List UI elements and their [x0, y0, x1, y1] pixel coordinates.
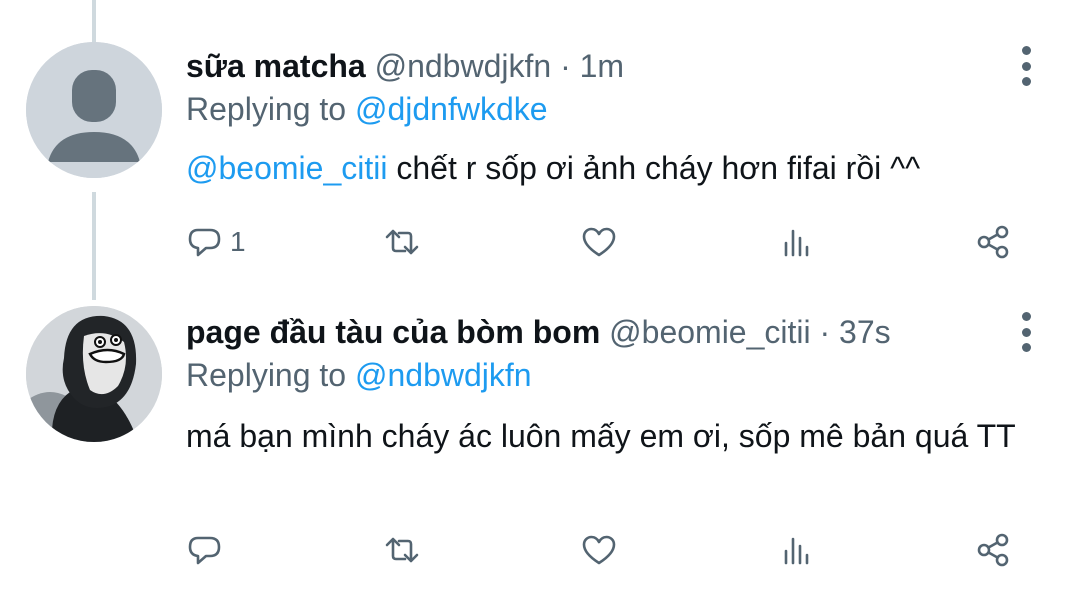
- action-bar: [186, 528, 1032, 572]
- like-button[interactable]: [580, 528, 618, 572]
- share-button[interactable]: [974, 528, 1012, 572]
- author-name[interactable]: sữa matcha: [186, 48, 366, 84]
- retweet-button[interactable]: [383, 220, 421, 264]
- analytics-icon: [784, 537, 809, 565]
- separator-dot: ·: [819, 314, 831, 350]
- analytics-button[interactable]: [777, 220, 815, 264]
- profile-photo[interactable]: [26, 306, 162, 442]
- default-avatar[interactable]: [26, 42, 162, 178]
- more-vertical-icon[interactable]: [1020, 46, 1032, 86]
- share-icon: [977, 225, 1009, 259]
- analytics-button[interactable]: [777, 528, 815, 572]
- replying-to-label: Replying to: [186, 357, 347, 393]
- retweet-button[interactable]: [383, 528, 421, 572]
- tweet-text-content: chết r sốp ơi ảnh cháy hơn fifai rồi ^^: [387, 150, 921, 186]
- retweet-icon: [385, 229, 419, 255]
- tweet-1[interactable]: sữa matcha @ndbwdjkfn · 1m Replying to @…: [0, 0, 1080, 300]
- action-bar: 1: [186, 220, 1032, 264]
- author-name[interactable]: page đầu tàu của bòm bom: [186, 314, 600, 350]
- default-avatar-icon: [26, 42, 162, 178]
- reply-button[interactable]: 1: [186, 220, 246, 264]
- profile-photo-image: [26, 306, 162, 442]
- tweet-header: page đầu tàu của bòm bom @beomie_citii ·…: [186, 312, 891, 352]
- replying-to: Replying to @djdnfwkdke: [186, 89, 548, 129]
- mention-link[interactable]: @beomie_citii: [186, 150, 387, 186]
- reply-icon: [188, 536, 221, 565]
- share-button[interactable]: [974, 220, 1012, 264]
- like-icon: [582, 535, 616, 565]
- replying-to: Replying to @ndbwdjkfn: [186, 355, 532, 395]
- tweet-text: má bạn mình cháy ác luôn mấy em ơi, sốp …: [186, 418, 1016, 454]
- more-vertical-icon[interactable]: [1020, 312, 1032, 352]
- author-handle[interactable]: @beomie_citii: [609, 314, 810, 350]
- replying-to-handle[interactable]: @djdnfwkdke: [355, 91, 548, 127]
- like-button[interactable]: [580, 220, 618, 264]
- tweet-time[interactable]: 37s: [839, 314, 891, 350]
- tweet-time[interactable]: 1m: [580, 48, 624, 84]
- replying-to-handle[interactable]: @ndbwdjkfn: [355, 357, 532, 393]
- analytics-icon: [784, 229, 809, 257]
- author-handle[interactable]: @ndbwdjkfn: [375, 48, 552, 84]
- tweet-header: sữa matcha @ndbwdjkfn · 1m: [186, 46, 624, 86]
- reply-button[interactable]: [186, 528, 230, 572]
- tweet-text: @beomie_citii chết r sốp ơi ảnh cháy hơn…: [186, 148, 1046, 189]
- like-icon: [582, 227, 616, 257]
- replying-to-label: Replying to: [186, 91, 347, 127]
- reply-icon: [188, 228, 221, 257]
- share-icon: [977, 533, 1009, 567]
- tweet-2[interactable]: page đầu tàu của bòm bom @beomie_citii ·…: [0, 300, 1080, 600]
- separator-dot: ·: [560, 48, 571, 84]
- retweet-icon: [385, 537, 419, 563]
- reply-count: 1: [230, 226, 246, 257]
